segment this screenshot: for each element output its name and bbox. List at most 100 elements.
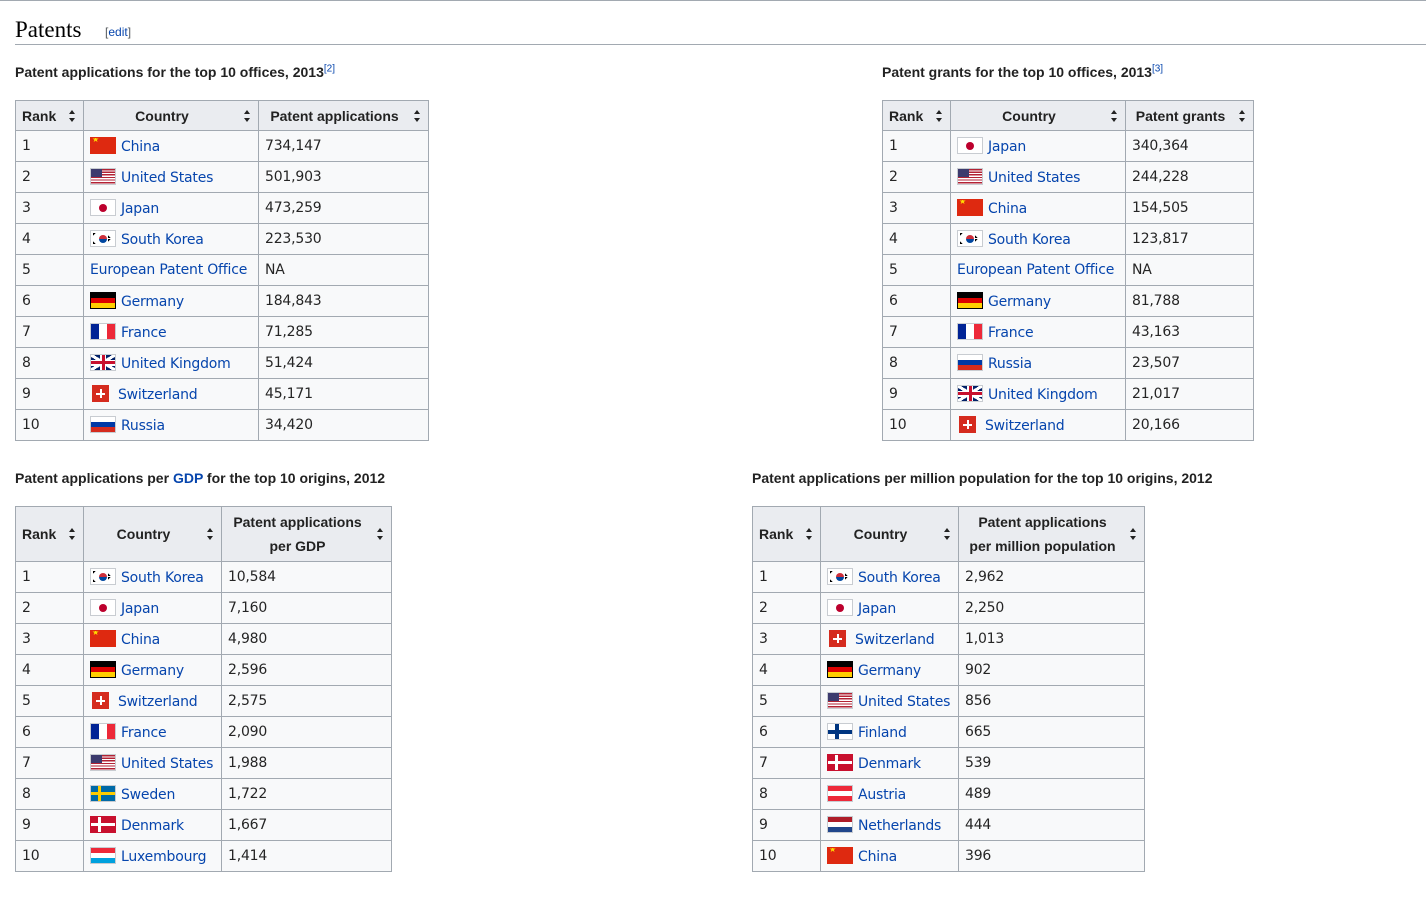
country-header[interactable]: Country: [83, 506, 222, 562]
country-link[interactable]: Russia: [121, 418, 165, 434]
edit-section: [edit]: [105, 25, 132, 39]
rank-cell: 3: [15, 192, 84, 224]
rank-cell: 1: [882, 130, 951, 162]
value-header[interactable]: Patent applications: [258, 100, 429, 131]
country-link[interactable]: Japan: [858, 601, 896, 617]
country-link[interactable]: United States: [121, 170, 213, 186]
country-link[interactable]: United States: [858, 694, 950, 710]
sort-icon[interactable]: [1130, 528, 1137, 540]
value-header[interactable]: Patent applications per GDP: [221, 506, 392, 562]
country-link[interactable]: Switzerland: [985, 418, 1065, 434]
country-link[interactable]: Japan: [121, 601, 159, 617]
country-link[interactable]: Germany: [988, 294, 1051, 310]
rank-header[interactable]: Rank: [752, 506, 821, 562]
country-link[interactable]: South Korea: [121, 570, 204, 586]
sort-icon[interactable]: [1111, 109, 1118, 122]
sort-icon[interactable]: [936, 109, 943, 122]
sort-icon[interactable]: [69, 528, 76, 540]
rank-header[interactable]: Rank: [15, 506, 84, 562]
rank-header[interactable]: Rank: [15, 100, 84, 131]
country-link[interactable]: European Patent Office: [957, 262, 1114, 278]
country-link[interactable]: Denmark: [121, 818, 184, 834]
country-link[interactable]: Germany: [121, 663, 184, 679]
country-link[interactable]: European Patent Office: [90, 262, 247, 278]
reference-link[interactable]: [2]: [324, 63, 335, 74]
rank-cell: 9: [752, 809, 821, 841]
country-link[interactable]: Austria: [858, 787, 906, 803]
country-link[interactable]: Sweden: [121, 787, 175, 803]
country-link[interactable]: Luxembourg: [121, 849, 206, 865]
country-cell: Switzerland: [83, 685, 222, 717]
sort-icon[interactable]: [414, 109, 421, 122]
country-link[interactable]: China: [121, 139, 160, 155]
value-header[interactable]: Patent applications per million populatio…: [958, 506, 1145, 562]
table-row: 9 Netherlands 444: [752, 809, 1145, 841]
table-row: 5 Switzerland 2,575: [15, 685, 392, 717]
country-link[interactable]: South Korea: [988, 232, 1071, 248]
country-link[interactable]: United Kingdom: [988, 387, 1098, 403]
country-cell: Switzerland: [820, 623, 959, 655]
country-link[interactable]: France: [121, 725, 167, 741]
sort-icon[interactable]: [69, 109, 76, 122]
country-cell: South Korea: [83, 561, 222, 593]
country-header[interactable]: Country: [820, 506, 959, 562]
country-link[interactable]: Russia: [988, 356, 1032, 372]
country-cell: European Patent Office: [950, 254, 1126, 286]
country-link[interactable]: United Kingdom: [121, 356, 231, 372]
rank-cell: 4: [752, 654, 821, 686]
value-header[interactable]: Patent grants: [1125, 100, 1254, 131]
rank-cell: 5: [752, 685, 821, 717]
value-cell: 45,171: [258, 378, 429, 410]
value-cell: 902: [958, 654, 1145, 686]
rank-cell: 9: [15, 378, 84, 410]
value-cell: 4,980: [221, 623, 392, 655]
country-link[interactable]: Netherlands: [858, 818, 941, 834]
country-link[interactable]: Switzerland: [118, 387, 198, 403]
sort-icon[interactable]: [207, 528, 214, 540]
table-row: 7 United States 1,988: [15, 747, 392, 779]
country-cell: Switzerland: [950, 409, 1126, 441]
country-link[interactable]: Japan: [121, 201, 159, 217]
sort-icon[interactable]: [1239, 109, 1246, 122]
country-link[interactable]: France: [988, 325, 1034, 341]
country-link[interactable]: China: [121, 632, 160, 648]
country-link[interactable]: France: [121, 325, 167, 341]
country-link[interactable]: Switzerland: [855, 632, 935, 648]
country-link[interactable]: China: [988, 201, 1027, 217]
gdp-link[interactable]: GDP: [173, 470, 203, 486]
flag-kr-icon: [827, 568, 853, 585]
country-link[interactable]: Switzerland: [118, 694, 198, 710]
country-link[interactable]: United States: [121, 756, 213, 772]
sort-icon[interactable]: [244, 109, 251, 122]
edit-link[interactable]: edit: [108, 25, 127, 39]
value-cell: 10,584: [221, 561, 392, 593]
country-cell: Finland: [820, 716, 959, 748]
country-header[interactable]: Country: [83, 100, 259, 131]
country-link[interactable]: Finland: [858, 725, 907, 741]
table-caption: Patent applications per GDP for the top …: [15, 470, 386, 486]
country-link[interactable]: South Korea: [121, 232, 204, 248]
country-link[interactable]: China: [858, 849, 897, 865]
table-caption: Patent applications per million populati…: [752, 470, 1213, 486]
country-cell: France: [83, 316, 259, 348]
rank-cell: 5: [882, 254, 951, 286]
country-link[interactable]: Germany: [858, 663, 921, 679]
country-link[interactable]: Germany: [121, 294, 184, 310]
country-link[interactable]: South Korea: [858, 570, 941, 586]
rank-cell: 10: [15, 409, 84, 441]
country-link[interactable]: United States: [988, 170, 1080, 186]
country-header[interactable]: Country: [950, 100, 1126, 131]
rank-header[interactable]: Rank: [882, 100, 951, 131]
table-row: 5 European Patent Office NA: [15, 254, 429, 286]
sort-icon[interactable]: [944, 528, 951, 540]
rank-cell: 6: [882, 285, 951, 317]
reference-link[interactable]: [3]: [1152, 63, 1163, 74]
flag-us-icon: [90, 168, 116, 185]
table-row: 8 Austria 489: [752, 778, 1145, 810]
sort-icon[interactable]: [806, 528, 813, 540]
table-row: 1 Japan 340,364: [882, 130, 1254, 162]
country-link[interactable]: Japan: [988, 139, 1026, 155]
sort-icon[interactable]: [377, 528, 384, 540]
table-row: 6 Finland 665: [752, 716, 1145, 748]
country-link[interactable]: Denmark: [858, 756, 921, 772]
